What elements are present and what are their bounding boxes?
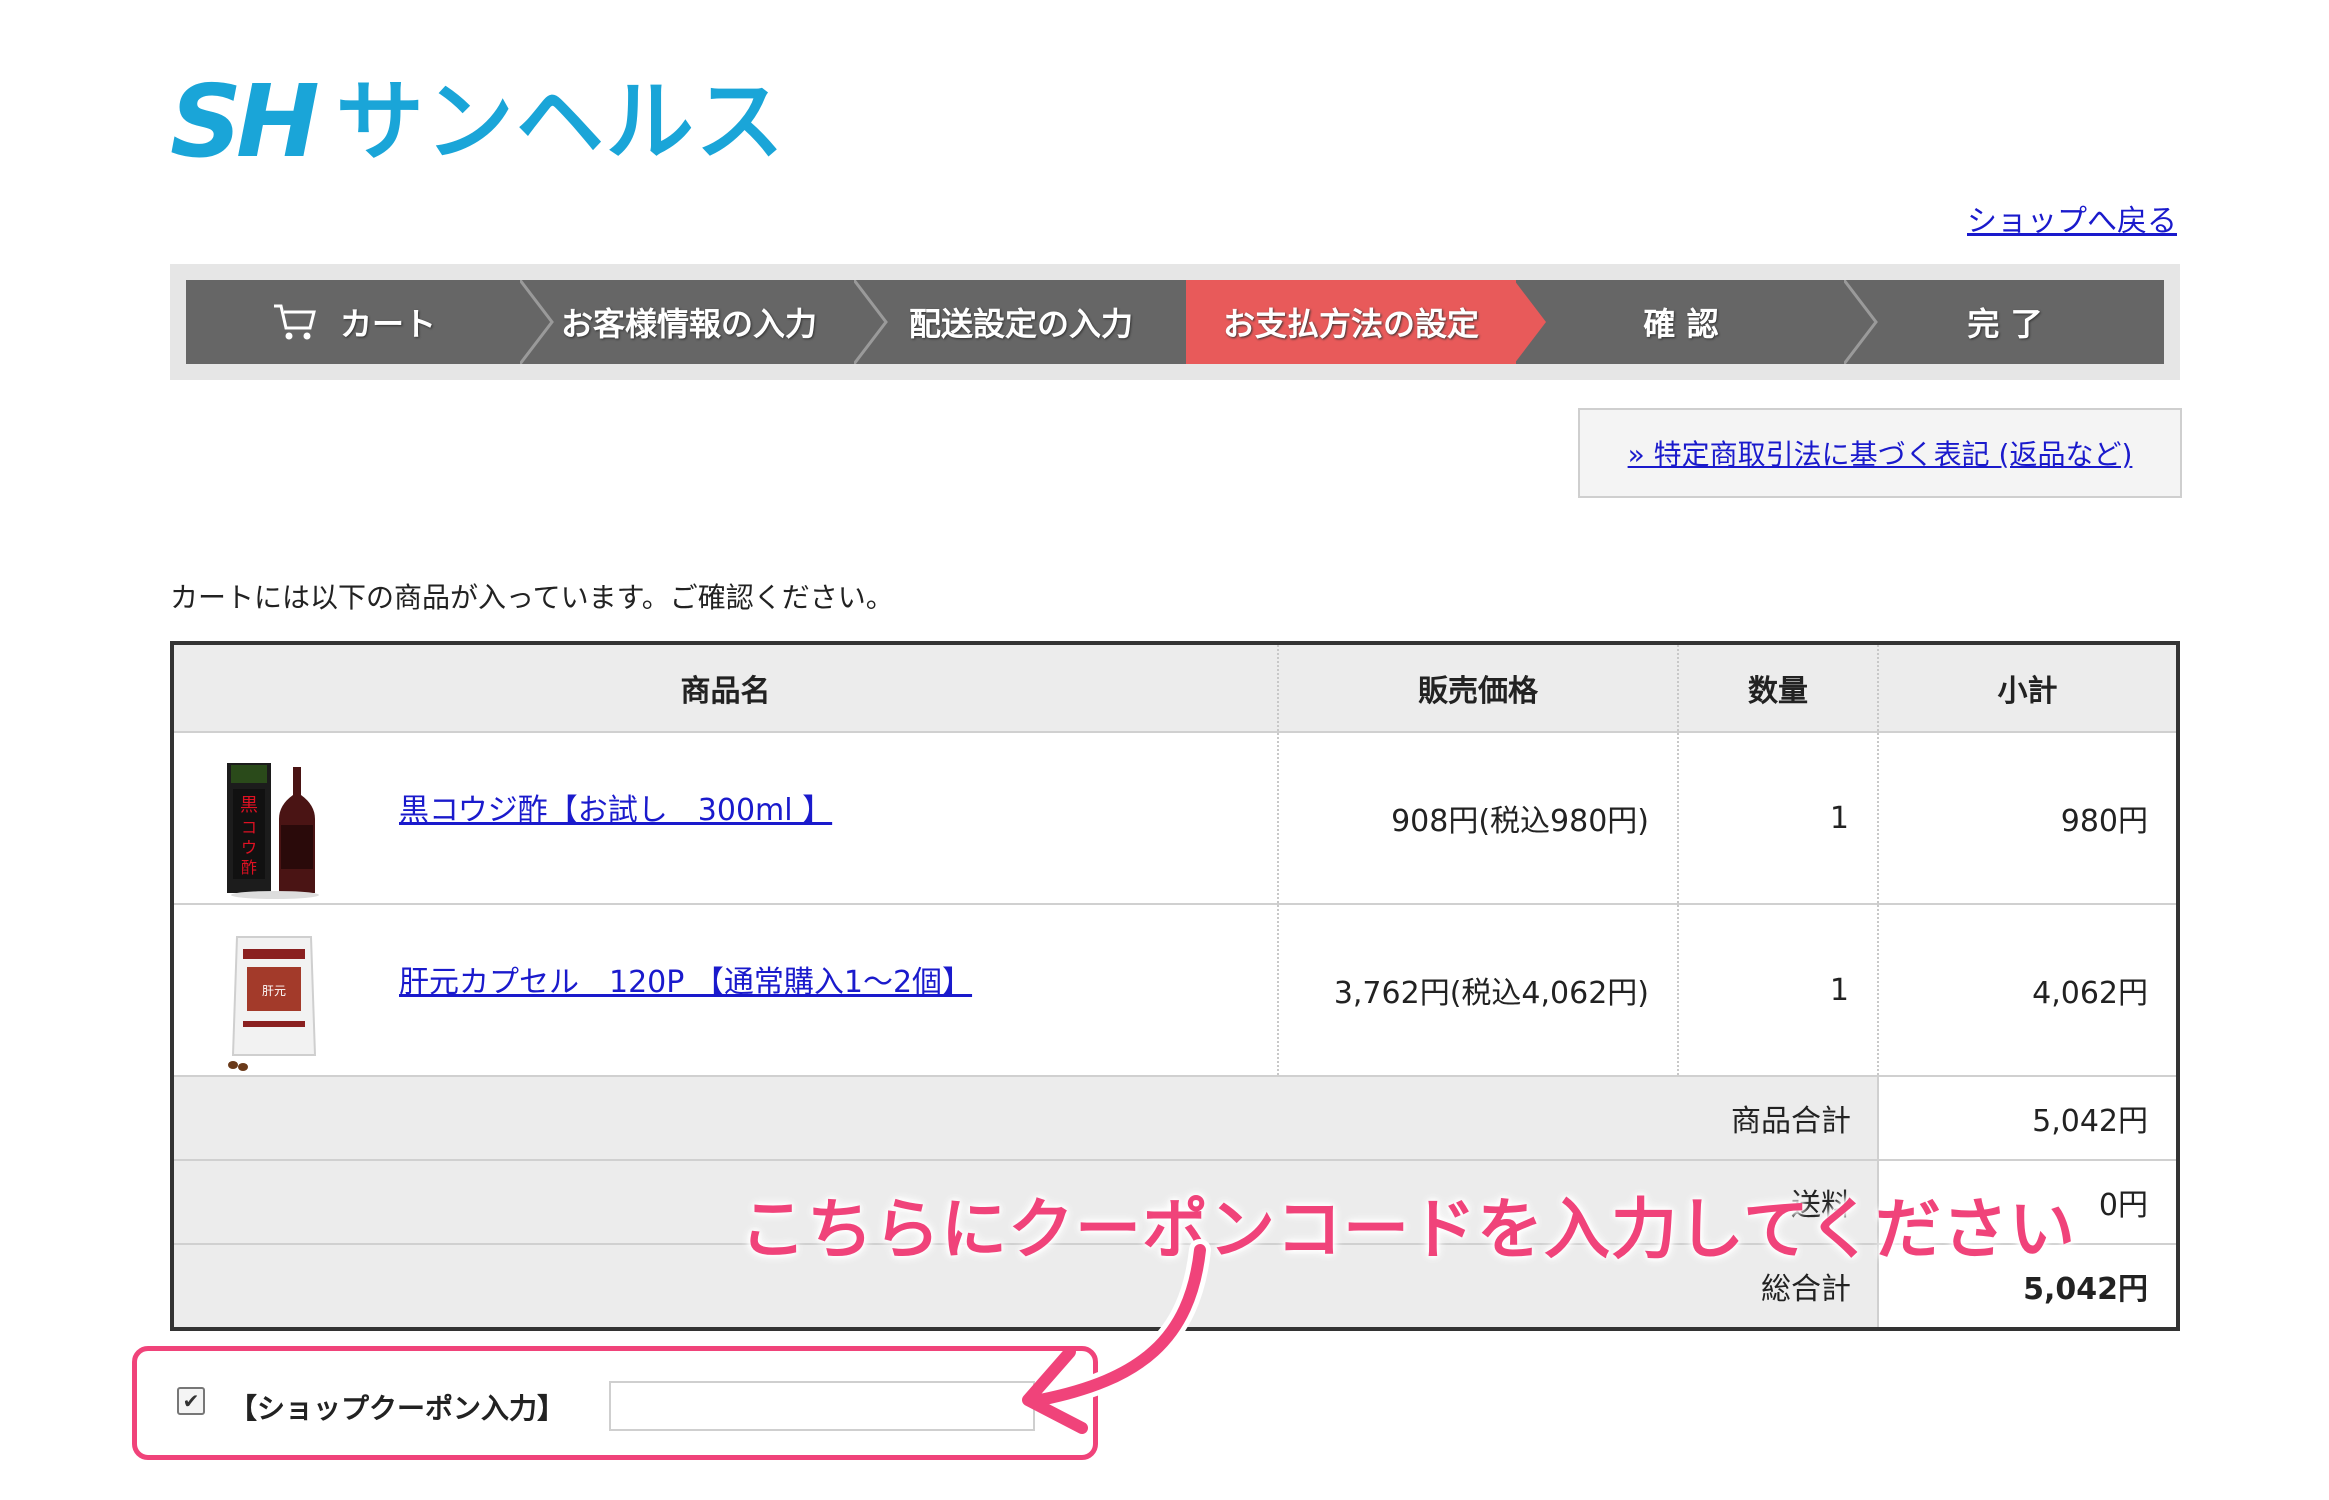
quantity-cell: 1	[1678, 732, 1879, 905]
logo: SH サンヘルス	[170, 72, 786, 172]
header-subtotal: 小計	[1878, 645, 2176, 733]
product-link[interactable]: 黒コウジ酢【お試し 300ml 】	[399, 785, 832, 829]
price-cell: 3,762円(税込4,062円)	[1278, 904, 1679, 1077]
svg-text:酢: 酢	[241, 858, 257, 877]
step-delivery: 配送設定の入力	[856, 280, 1186, 364]
law-notice-link[interactable]: » 特定商取引法に基づく表記 (返品など)	[1628, 433, 2133, 473]
cart-icon	[273, 304, 316, 340]
step-separator	[854, 280, 888, 364]
law-notice-box: » 特定商取引法に基づく表記 (返品など)	[1578, 408, 2182, 498]
header-price: 販売価格	[1278, 645, 1679, 733]
step-separator	[1514, 280, 1546, 364]
subtotal-cell: 4,062円	[1878, 904, 2176, 1077]
logo-text: サンヘルス	[335, 70, 786, 173]
logo-mark: SH	[170, 63, 320, 180]
annotation-arrow	[1022, 1239, 1211, 1434]
step-label: お客様情報の入力	[560, 305, 817, 343]
svg-text:黒: 黒	[240, 795, 258, 816]
step-separator	[1844, 280, 1878, 364]
step-label: 完 了	[1967, 305, 2043, 343]
product-link[interactable]: 肝元カプセル 120P 【通常購入1～2個】	[399, 957, 972, 1001]
table-row: 黒 コ ウ 酢 黒コウジ酢【お試し 300ml 】 908円(税込980円) 1…	[174, 732, 2176, 905]
cart-intro-text: カートには以下の商品が入っています。ご確認ください。	[170, 581, 894, 614]
summary-label: 商品合計	[174, 1076, 1879, 1161]
product-image-vinegar: 黒 コ ウ 酢	[227, 763, 319, 899]
step-label: カート	[339, 305, 436, 343]
svg-text:コ: コ	[241, 818, 257, 837]
step-customer-info: お客様情報の入力	[522, 280, 888, 364]
svg-text:肝元: 肝元	[262, 984, 286, 998]
subtotal-cell: 980円	[1878, 732, 2176, 905]
table-row: 肝元 肝元カプセル 120P 【通常購入1～2個】 3,762円(税込4,062…	[174, 904, 2176, 1077]
step-cart: カート	[186, 280, 554, 364]
step-label: 確 認	[1643, 305, 1719, 343]
header-quantity: 数量	[1678, 645, 1879, 733]
quantity-cell: 1	[1678, 904, 1879, 1077]
coupon-checkbox[interactable]: ✔	[177, 1387, 205, 1415]
coupon-annotation: こちらにクーポンコードを入力してください	[740, 1191, 2077, 1268]
step-complete: 完 了	[1846, 280, 2164, 364]
header-product: 商品名	[174, 645, 1279, 733]
step-label: 配送設定の入力	[908, 305, 1133, 343]
progress-steps: カート お客様情報の入力 配送設定の入力 お支払方法の設定 確 認 完 了	[170, 264, 2180, 380]
step-confirm: 確 認	[1516, 280, 1878, 364]
coupon-section: ✔ 【ショップクーポン入力】	[132, 1346, 1098, 1460]
coupon-code-input[interactable]	[609, 1381, 1035, 1431]
back-to-shop-link[interactable]: ショップへ戻る	[1967, 196, 2177, 240]
summary-row-items-total: 商品合計 5,042円	[174, 1076, 2176, 1161]
product-image-capsule: 肝元	[228, 936, 317, 1071]
step-label: お支払方法の設定	[1222, 305, 1479, 343]
summary-value: 5,042円	[1878, 1076, 2176, 1161]
step-payment: お支払方法の設定	[1186, 280, 1546, 364]
svg-text:ウ: ウ	[241, 838, 257, 857]
step-separator	[520, 280, 554, 364]
coupon-label: 【ショップクーポン入力】	[229, 1392, 566, 1425]
price-cell: 908円(税込980円)	[1278, 732, 1679, 905]
table-header-row: 商品名 販売価格 数量 小計	[174, 645, 2176, 733]
